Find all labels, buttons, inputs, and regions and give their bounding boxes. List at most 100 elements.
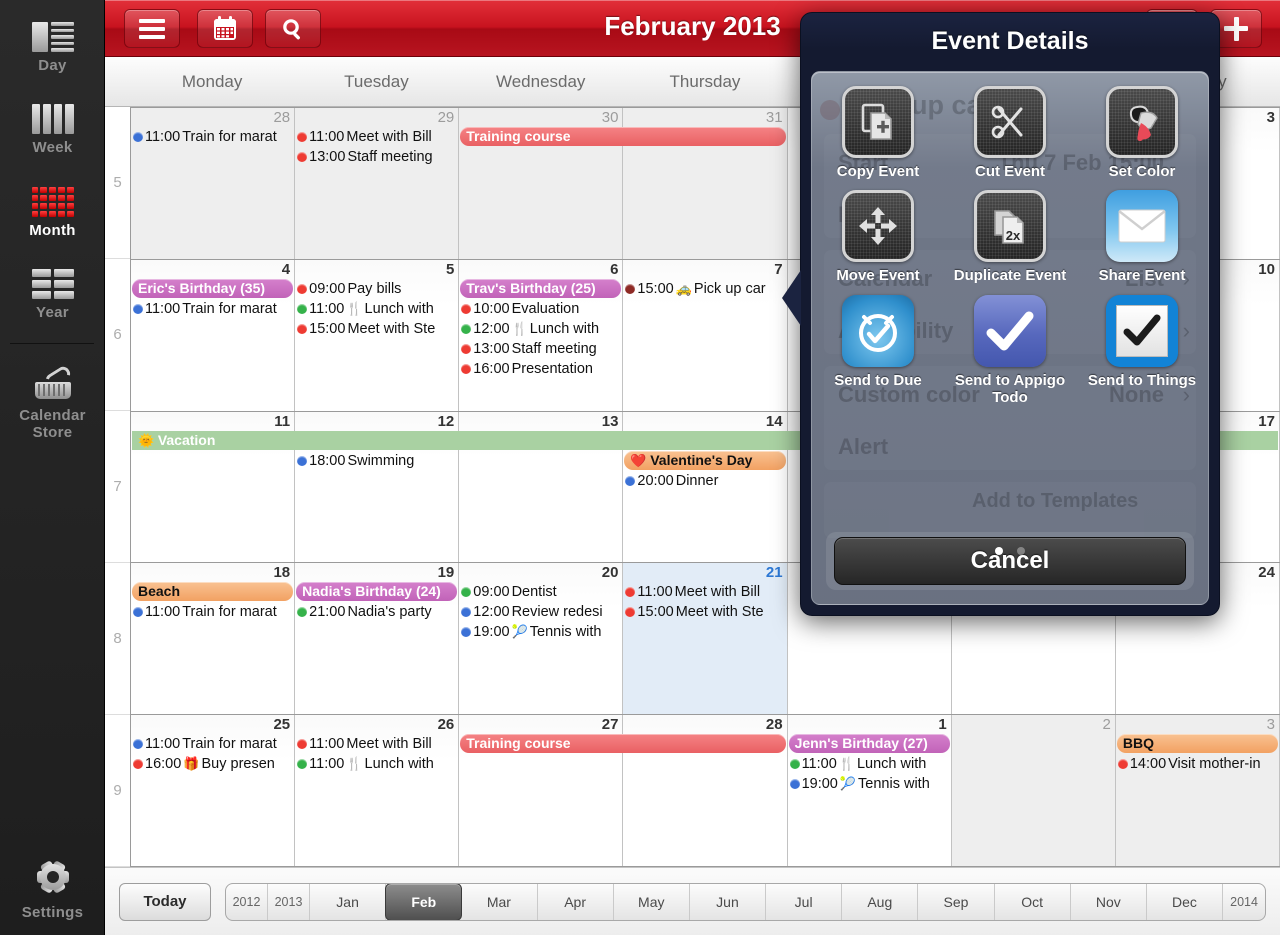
banner-label: Valentine's Day xyxy=(650,451,753,468)
day-number: 30 xyxy=(601,109,619,126)
month-strip-nov[interactable]: Nov xyxy=(1071,883,1147,920)
popover-action-cut-event[interactable]: Cut Event xyxy=(944,80,1076,180)
event-item[interactable]: 09:00 Pay bills xyxy=(295,279,458,299)
page-dot-1[interactable] xyxy=(994,547,1003,555)
plus-icon xyxy=(1224,16,1248,41)
popover-action-send-to-due[interactable]: Send to Due xyxy=(812,289,944,407)
event-title: Evaluation xyxy=(511,300,580,317)
today-button[interactable]: Today xyxy=(119,882,211,921)
page-dot-2[interactable] xyxy=(1017,547,1026,555)
event-item[interactable]: 11:00 Meet with Bill xyxy=(623,582,786,602)
event-item[interactable]: 19:00 🎾 Tennis with xyxy=(788,774,951,794)
all-day-event-banner[interactable]: Training course xyxy=(460,127,786,146)
sidebar-item-calendar-store[interactable]: Calendar Store xyxy=(0,356,105,442)
event-item[interactable]: 10:00 Evaluation xyxy=(459,299,622,319)
all-day-event-banner[interactable]: Nadia's Birthday (24) xyxy=(296,582,458,602)
month-strip-year-2013[interactable]: 2013 xyxy=(268,883,310,920)
event-color-dot xyxy=(297,739,308,750)
popover-action-send-to-appigo-todo[interactable]: Send to Appigo Todo xyxy=(944,289,1076,407)
sidebar-item-settings[interactable]: Settings xyxy=(0,841,105,921)
month-strip-year-2014[interactable]: 2014 xyxy=(1223,884,1265,920)
all-day-event-banner[interactable]: Beach xyxy=(132,582,294,602)
popover-action-send-to-things[interactable]: Send to Things xyxy=(1076,289,1208,407)
day-number: 1 xyxy=(938,716,947,734)
popover-action-share-event[interactable]: Share Event xyxy=(1076,184,1208,284)
day-cell[interactable]: 2 xyxy=(951,715,1116,866)
day-cell[interactable]: 5 09:00 Pay bills 11:00 🍴 Lunch with 15:00 Meet… xyxy=(295,259,460,411)
event-color-dot xyxy=(1117,759,1128,770)
sidebar-item-year[interactable]: Year xyxy=(0,255,105,321)
popover-action-label: Duplicate Event xyxy=(953,267,1067,285)
month-strip-may[interactable]: May xyxy=(614,883,690,920)
day-cell[interactable]: 7 15:00 🚕 Pick up car xyxy=(623,259,788,411)
event-item[interactable]: 15:00 Meet with Ste xyxy=(623,602,786,622)
all-day-event-banner[interactable]: Eric's Birthday (35) xyxy=(132,278,294,298)
popover-action-duplicate-event[interactable]: 2x Duplicate Event xyxy=(944,184,1076,284)
day-cell[interactable]: 26 11:00 Meet with Bill 11:00 🍴 Lunch with xyxy=(295,715,460,866)
event-item[interactable]: 11:00 Meet with Bill xyxy=(295,127,458,147)
month-strip-sep[interactable]: Sep xyxy=(918,883,995,920)
day-number: 28 xyxy=(273,109,291,126)
event-item[interactable]: 11:00 Train for marat xyxy=(131,299,294,319)
sidebar-item-week[interactable]: Week xyxy=(0,90,105,156)
event-item[interactable]: 11:00 Train for marat xyxy=(131,127,294,147)
sidebar-item-month[interactable]: Month xyxy=(0,173,105,239)
day-number: 4 xyxy=(281,260,291,278)
event-emoji-icon: 🍴 xyxy=(511,320,528,336)
day-number: 26 xyxy=(437,716,455,734)
month-strip-apr[interactable]: Apr xyxy=(538,883,614,920)
event-item[interactable]: 09:00 Dentist xyxy=(459,582,622,602)
event-item[interactable]: 13:00 Staff meeting xyxy=(295,147,458,167)
event-item[interactable]: 11:00 Meet with Bill xyxy=(295,734,458,754)
month-strip-dec[interactable]: Dec xyxy=(1147,883,1224,920)
popover-action-copy-event[interactable]: Copy Event xyxy=(812,80,944,180)
event-item[interactable]: 15:00 Meet with Ste xyxy=(295,319,458,339)
month-strip-jun[interactable]: Jun xyxy=(690,883,767,920)
week-number: 7 xyxy=(105,411,130,563)
all-day-event-banner[interactable]: BBQ xyxy=(1116,734,1278,754)
day-cell[interactable]: 25 11:00 Train for marat 16:00 🎁 Buy presen xyxy=(131,715,296,866)
event-item[interactable]: 19:00 🎾 Tennis with xyxy=(459,622,622,642)
day-cell[interactable]: 21 11:00 Meet with Bill 15:00 Meet with Ste xyxy=(623,563,788,715)
event-item[interactable]: 15:00 🚕 Pick up car xyxy=(623,279,786,299)
event-item[interactable]: 11:00 Train for marat xyxy=(131,734,294,754)
event-time: 15:00 xyxy=(309,320,346,337)
month-strip-feb[interactable]: Feb xyxy=(385,883,463,920)
month-strip-aug[interactable]: Aug xyxy=(842,883,919,920)
month-strip-year-2012[interactable]: 2012 xyxy=(226,883,268,920)
day-cell[interactable]: 29 11:00 Meet with Bill 13:00 Staff meeting xyxy=(295,108,460,259)
event-item[interactable]: 11:00 🍴 Lunch with xyxy=(788,754,951,774)
event-item[interactable]: 16:00 🎁 Buy presen xyxy=(131,754,294,774)
month-strip-jul[interactable]: Jul xyxy=(766,883,843,920)
all-day-event-banner[interactable]: Trav's Birthday (25) xyxy=(460,278,622,298)
event-item[interactable]: 13:00 Staff meeting xyxy=(459,339,622,359)
event-item[interactable]: 11:00 Train for marat xyxy=(131,602,294,622)
day-cell[interactable]: 20 09:00 Dentist 12:00 Review redesi 19:00 🎾 Te… xyxy=(459,563,624,715)
event-title: Meet with Bill xyxy=(674,584,761,601)
event-item[interactable]: 11:00 🍴 Lunch with xyxy=(295,299,458,319)
all-day-event-banner[interactable]: Training course xyxy=(460,734,786,754)
event-item[interactable]: 12:00 Review redesi xyxy=(459,602,622,622)
weekday-monday: Monday xyxy=(181,71,243,91)
event-color-dot xyxy=(461,587,472,598)
event-item[interactable]: 18:00 Swimming xyxy=(295,451,458,471)
all-day-event-banner[interactable]: ❤️ Valentine's Day xyxy=(624,450,786,470)
event-item[interactable]: 20:00 Dinner xyxy=(623,471,786,491)
event-color-dot xyxy=(133,739,143,750)
event-item[interactable]: 12:00 🍴 Lunch with xyxy=(459,319,622,339)
all-day-event-banner[interactable]: Jenn's Birthday (27) xyxy=(788,734,950,754)
month-strip-jan[interactable]: Jan xyxy=(310,883,387,920)
sidebar-item-day[interactable]: Day xyxy=(0,8,105,74)
event-color-dot xyxy=(461,627,472,638)
event-item[interactable]: 14:00 Visit mother-in xyxy=(1116,754,1279,774)
popover-action-grid: Copy Event Cut Event Set Color Move Event 2x… xyxy=(812,80,1208,406)
day-cell[interactable]: 28 11:00 Train for marat xyxy=(131,108,296,259)
event-item[interactable]: 11:00 🍴 Lunch with xyxy=(295,754,458,774)
popover-action-move-event[interactable]: Move Event xyxy=(812,184,944,284)
month-strip-oct[interactable]: Oct xyxy=(995,883,1071,920)
popover-action-set-color[interactable]: Set Color xyxy=(1076,80,1208,180)
month-strip-mar[interactable]: Mar xyxy=(461,883,538,920)
event-color-dot xyxy=(297,607,308,618)
event-item[interactable]: 16:00 Presentation xyxy=(459,359,622,379)
event-item[interactable]: 21:00 Nadia's party xyxy=(295,602,458,622)
